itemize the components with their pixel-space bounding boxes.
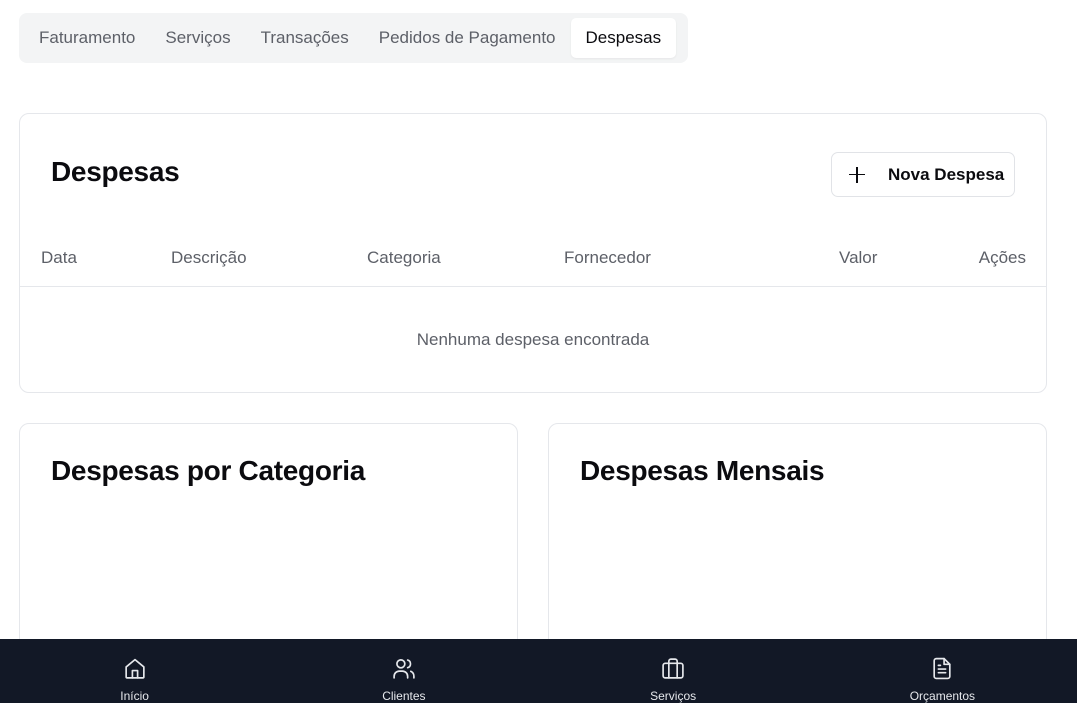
briefcase-icon: [662, 658, 684, 679]
home-icon: [124, 658, 145, 679]
column-header-categoria[interactable]: Categoria: [367, 248, 441, 268]
nav-label: Início: [120, 689, 149, 703]
nav-label: Orçamentos: [909, 689, 976, 703]
tab-despesas[interactable]: Despesas: [570, 18, 677, 58]
users-icon: [393, 659, 415, 679]
nav-item-inicio[interactable]: Início: [0, 639, 269, 703]
tab-bar: Faturamento Serviços Transações Pedidos …: [19, 13, 688, 63]
nav-item-servicos[interactable]: Serviços: [539, 639, 808, 703]
new-expense-label: Nova Despesa: [888, 164, 1005, 184]
nav-label: Clientes: [382, 689, 426, 703]
empty-state-message: Nenhuma despesa encontrada: [416, 330, 650, 349]
nav-label: Serviços: [650, 689, 697, 703]
tab-pedidos-de-pagamento[interactable]: Pedidos de Pagamento: [364, 18, 571, 58]
tab-transacoes[interactable]: Transações: [246, 18, 364, 58]
expenses-by-category-title: Despesas por Categoria: [51, 455, 365, 486]
file-text-icon: [933, 657, 952, 680]
plus-icon: [848, 166, 866, 184]
expenses-table-header: Data Descrição Categoria Fornecedor Valo…: [20, 234, 1046, 287]
expenses-card: Despesas Nova Despesa Data Descrição Cat…: [19, 113, 1047, 393]
tab-faturamento[interactable]: Faturamento: [24, 18, 150, 58]
nav-item-orcamentos[interactable]: Orçamentos: [808, 639, 1077, 703]
column-header-fornecedor[interactable]: Fornecedor: [564, 248, 651, 268]
new-expense-button[interactable]: Nova Despesa: [831, 152, 1015, 197]
column-header-data[interactable]: Data: [41, 248, 77, 268]
page: Faturamento Serviços Transações Pedidos …: [0, 0, 1077, 703]
bottom-nav: Início Clientes Serviços Orçamentos: [0, 639, 1077, 703]
column-header-acoes: Ações: [978, 248, 1026, 267]
column-header-valor[interactable]: Valor: [839, 248, 877, 268]
column-header-descricao[interactable]: Descrição: [171, 248, 247, 268]
tab-servicos[interactable]: Serviços: [150, 18, 245, 58]
expenses-title: Despesas: [51, 156, 180, 187]
monthly-expenses-title: Despesas Mensais: [580, 455, 825, 486]
nav-item-clientes[interactable]: Clientes: [269, 639, 538, 703]
